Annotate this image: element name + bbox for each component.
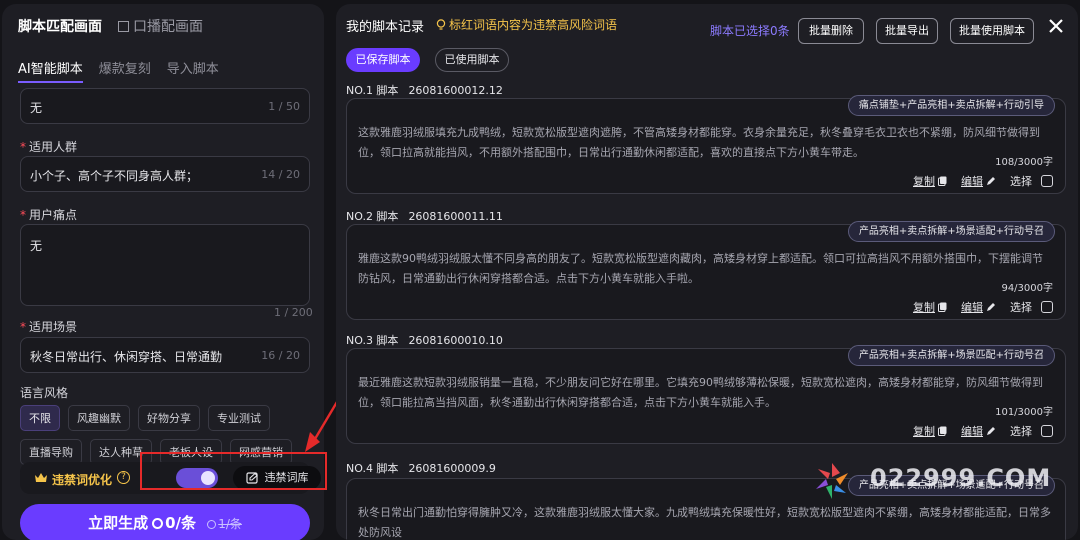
pain-point-count: 1 / 200: [274, 306, 313, 319]
tab-hit-copy[interactable]: 爆款复刻: [99, 58, 151, 83]
tab-import-script[interactable]: 导入脚本: [167, 58, 219, 83]
record-header: NO.4 脚本 26081600009.9: [346, 462, 496, 475]
copy-button[interactable]: 复制: [913, 423, 947, 439]
script-text: 最近雅鹿这款短款羽绒服销量一直稳，不少朋友问它好在哪里。它填充90鸭绒够薄松保暖…: [358, 376, 1043, 409]
tab-script-match[interactable]: 脚本匹配画面: [18, 16, 102, 36]
tab-voiceover-match[interactable]: 口播配画面: [118, 16, 203, 36]
label-scene: * 适用场景: [20, 320, 78, 334]
label-audience: * 适用人群: [20, 140, 78, 154]
edit-button[interactable]: 编辑: [961, 299, 996, 315]
style-chip[interactable]: 好物分享: [138, 405, 200, 431]
edit-button[interactable]: 编辑: [961, 423, 996, 439]
card-actions: 复制 编辑 选择: [913, 299, 1053, 315]
script-card[interactable]: 产品亮相+卖点拆解+场景匹配+行动号召 最近雅鹿这款短款羽绒服销量一直稳，不少朋…: [346, 345, 1066, 444]
label-pain-point: * 用户痛点: [20, 208, 78, 222]
select-checkbox[interactable]: 选择: [1010, 423, 1053, 439]
structure-tag: 痛点铺垫+产品亮相+卖点拆解+行动引导: [847, 95, 1055, 116]
tab-ai-script[interactable]: AI智能脚本: [18, 58, 83, 83]
script-card[interactable]: 产品亮相+卖点拆解+场景适配+行动号召 雅鹿这款90鸭绒羽绒服太懂不同身高的朋友…: [346, 221, 1066, 320]
tab-used-scripts[interactable]: 已使用脚本: [435, 48, 509, 72]
watermark-text: 022999.COM: [870, 464, 1052, 492]
char-count: 108/3000字: [995, 157, 1053, 168]
field-count: 16 / 20: [261, 349, 300, 362]
mode-tabs: 脚本匹配画面 口播配画面: [18, 16, 203, 36]
structure-tag: 产品亮相+卖点拆解+场景匹配+行动号召: [847, 345, 1055, 366]
coin-icon: [152, 518, 164, 529]
script-text: 秋冬日常出门通勤怕穿得臃肿又冷，这款雅鹿羽绒服太懂大家。九成鸭绒填充保暖性好，短…: [358, 506, 1051, 539]
batch-delete-button[interactable]: 批量删除: [798, 18, 864, 44]
label-language-style: 语言风格: [20, 386, 69, 400]
help-icon[interactable]: ?: [117, 471, 130, 484]
records-title: 我的脚本记录: [346, 20, 425, 35]
field-value: 无: [30, 101, 43, 115]
square-icon: [118, 21, 129, 32]
select-checkbox[interactable]: 选择: [1010, 173, 1053, 189]
copy-icon: [938, 176, 947, 186]
pencil-icon: [987, 303, 995, 311]
style-chip[interactable]: 专业测试: [208, 405, 270, 431]
card-actions: 复制 编辑 选择: [913, 423, 1053, 439]
highlight-box: [140, 452, 327, 490]
structure-tag: 产品亮相+卖点拆解+场景适配+行动号召: [847, 221, 1055, 242]
copy-button[interactable]: 复制: [913, 299, 947, 315]
record-header: NO.1 脚本 26081600012.12: [346, 84, 503, 97]
lightbulb-icon: [436, 19, 446, 30]
record-header: NO.2 脚本 26081600011.11: [346, 210, 503, 223]
generate-button[interactable]: 立即生成 0/条 1/条: [20, 504, 310, 540]
tab-voiceover-label: 口播配画面: [133, 19, 203, 35]
copy-icon: [938, 302, 947, 312]
batch-use-button[interactable]: 批量使用脚本: [950, 18, 1034, 44]
card-actions: 复制 编辑 选择: [913, 173, 1053, 189]
batch-export-button[interactable]: 批量导出: [876, 18, 938, 44]
crown-icon: [35, 473, 47, 482]
pain-point-textarea[interactable]: 无: [20, 224, 310, 306]
style-chip-unlimited[interactable]: 不限: [20, 405, 60, 431]
script-card[interactable]: 痛点铺垫+产品亮相+卖点拆解+行动引导 这款雅鹿羽绒服填充九成鸭绒，短款宽松版型…: [346, 95, 1066, 194]
edit-button[interactable]: 编辑: [961, 173, 996, 189]
select-checkbox[interactable]: 选择: [1010, 299, 1053, 315]
audience-input[interactable]: 小个子、高个子不同身高人群； 14 / 20: [20, 156, 310, 192]
sub-tabs: AI智能脚本 爆款复刻 导入脚本: [18, 58, 219, 83]
old-price: 1/条: [207, 517, 242, 531]
field-top-input[interactable]: 无 1 / 50: [20, 88, 310, 124]
warning-note: 标红词语内容为违禁高风险词语: [436, 16, 617, 33]
pencil-icon: [987, 177, 995, 185]
field-value: 小个子、高个子不同身高人群；: [30, 169, 199, 183]
tab-saved-scripts[interactable]: 已保存脚本: [346, 48, 420, 72]
field-count: 14 / 20: [261, 168, 300, 181]
record-header: NO.3 脚本 26081600010.10: [346, 334, 503, 347]
close-icon[interactable]: [1048, 18, 1064, 34]
script-text: 雅鹿这款90鸭绒羽绒服太懂不同身高的朋友了。短款宽松版型遮肉藏肉，高矮身材穿上都…: [358, 252, 1043, 285]
field-count: 1 / 50: [268, 100, 300, 113]
style-chips-row1: 不限 风趣幽默 好物分享 专业测试: [20, 405, 270, 431]
field-value: 无: [30, 239, 43, 253]
style-chip[interactable]: 风趣幽默: [68, 405, 130, 431]
optimize-label: 违禁词优化: [52, 473, 113, 487]
script-text: 这款雅鹿羽绒服填充九成鸭绒，短款宽松版型遮肉遮胯，不管高矮身材都能穿。衣身余量充…: [358, 126, 1040, 159]
char-count: 94/3000字: [1001, 283, 1053, 294]
copy-icon: [938, 426, 947, 436]
char-count: 101/3000字: [995, 407, 1053, 418]
selected-count: 脚本已选择0条: [710, 24, 790, 38]
pencil-icon: [987, 427, 995, 435]
field-value: 秋冬日常出行、休闲穿搭、日常通勤: [30, 350, 223, 364]
copy-button[interactable]: 复制: [913, 173, 947, 189]
scene-input[interactable]: 秋冬日常出行、休闲穿搭、日常通勤 16 / 20: [20, 337, 310, 373]
